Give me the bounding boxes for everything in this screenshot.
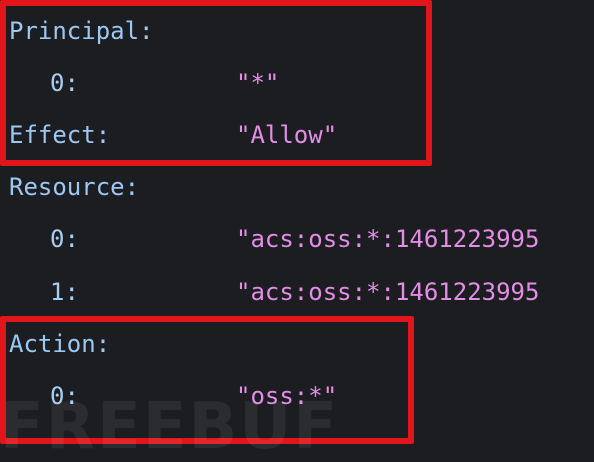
- json-viewer: Principal: 0: "*" Effect: "Allow" Resour…: [0, 0, 594, 462]
- effect-value: "Allow": [236, 121, 338, 149]
- resource-item-index: 0:: [50, 225, 79, 253]
- resource-item-value: "acs:oss:*:1461223995: [236, 225, 540, 253]
- resource-item-row[interactable]: 1: "acs:oss:*:1461223995: [0, 266, 594, 318]
- resource-key: Resource:: [9, 173, 140, 201]
- effect-key: Effect:: [9, 121, 111, 149]
- watermark: FREEBUF: [0, 390, 339, 462]
- resource-row[interactable]: Resource:: [0, 161, 594, 213]
- principal-row[interactable]: Principal:: [0, 5, 594, 57]
- principal-item-value: "*": [236, 69, 280, 97]
- action-key: Action:: [9, 330, 111, 358]
- resource-item-row[interactable]: 0: "acs:oss:*:1461223995: [0, 213, 594, 265]
- resource-item-value: "acs:oss:*:1461223995: [236, 278, 540, 306]
- principal-item-row[interactable]: 0: "*": [0, 57, 594, 109]
- principal-key: Principal:: [9, 17, 154, 45]
- principal-item-index: 0:: [50, 69, 79, 97]
- effect-row[interactable]: Effect: "Allow": [0, 109, 594, 161]
- action-row[interactable]: Action:: [0, 318, 594, 370]
- resource-item-index: 1:: [50, 278, 79, 306]
